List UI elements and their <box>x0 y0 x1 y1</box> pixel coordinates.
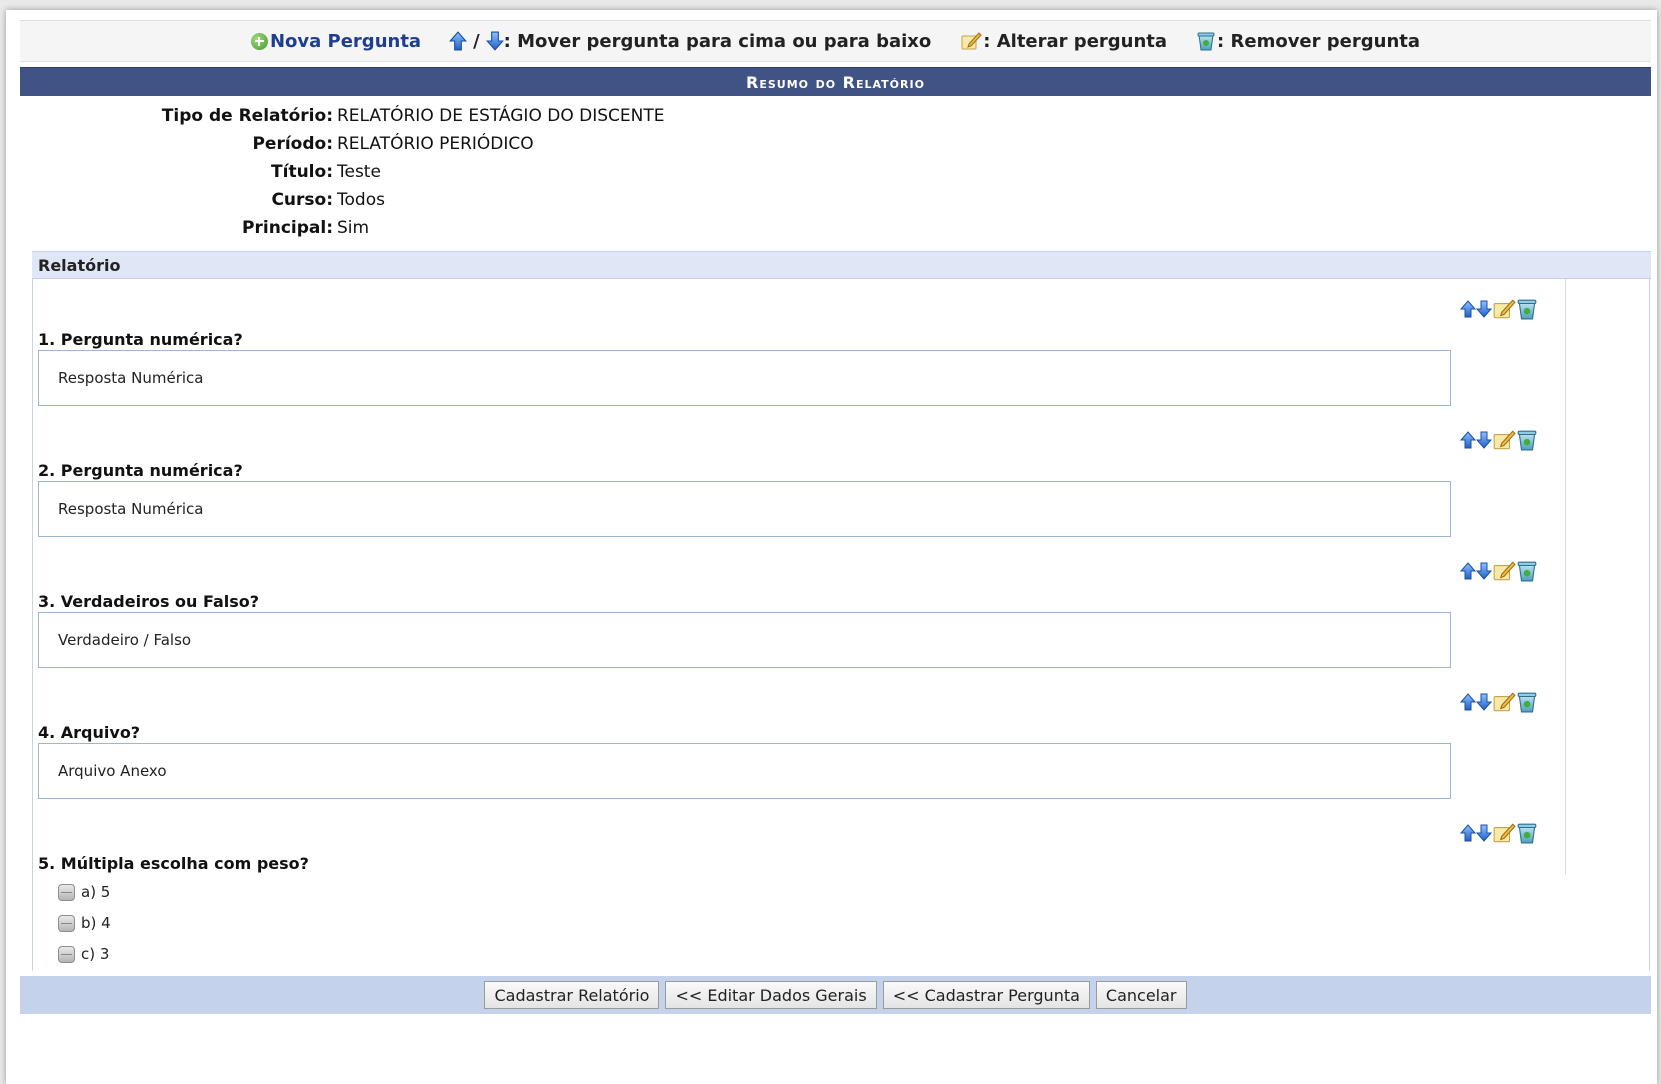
question-title: 2. Pergunta numérica? <box>38 461 243 480</box>
summary-value: RELATÓRIO DE ESTÁGIO DO DISCENTE <box>337 106 665 126</box>
question-title: 3. Verdadeiros ou Falso? <box>38 592 260 611</box>
edit-general-data-button[interactable]: << Editar Dados Gerais <box>665 981 877 1009</box>
move-down-icon[interactable] <box>1476 823 1492 843</box>
question-title: 1. Pergunta numérica? <box>38 330 243 349</box>
edit-icon[interactable] <box>1492 298 1516 320</box>
question-actions <box>1460 429 1538 451</box>
option-label: c) 3 <box>81 945 110 963</box>
trash-icon <box>1195 31 1217 51</box>
question-title: 4. Arquivo? <box>38 723 141 742</box>
summary-label: Período: <box>252 134 333 154</box>
move-up-icon[interactable] <box>1460 430 1476 450</box>
question-actions <box>1460 298 1538 320</box>
arrow-up-icon <box>449 31 467 51</box>
slash-separator: / <box>473 30 480 52</box>
summary-value: RELATÓRIO PERIÓDICO <box>337 134 534 154</box>
summary-row-tipo: Tipo de Relatório: RELATÓRIO DE ESTÁGIO … <box>20 102 1651 130</box>
report-section-title: Relatório <box>32 251 1651 279</box>
summary-row-curso: Curso: Todos <box>20 186 1651 214</box>
option-c[interactable]: c) 3 <box>58 945 109 963</box>
summary-row-titulo: Título: Teste <box>20 158 1651 186</box>
answer-box: Arquivo Anexo <box>38 743 1451 799</box>
radio-button[interactable] <box>58 945 75 963</box>
move-down-icon[interactable] <box>1476 430 1492 450</box>
summary-value: Todos <box>337 190 385 210</box>
toolbar-legend: Nova Pergunta / : Mover pergunta para ci… <box>20 20 1651 62</box>
question-actions <box>1460 822 1538 844</box>
trash-icon[interactable] <box>1516 691 1538 713</box>
answer-box: Verdadeiro / Falso <box>38 612 1451 668</box>
edit-icon[interactable] <box>1492 560 1516 582</box>
form-footer: Cadastrar Relatório << Editar Dados Gera… <box>20 976 1651 1014</box>
radio-button[interactable] <box>58 883 75 901</box>
summary-label: Título: <box>271 162 333 182</box>
move-legend-text: : Mover pergunta para cima ou para baixo <box>503 30 932 52</box>
option-b[interactable]: b) 4 <box>58 914 111 932</box>
summary-fields: Tipo de Relatório: RELATÓRIO DE ESTÁGIO … <box>20 102 1651 242</box>
option-label: b) 4 <box>81 914 111 932</box>
save-report-button[interactable]: Cadastrar Relatório <box>484 981 660 1009</box>
question-actions <box>1460 691 1538 713</box>
trash-icon[interactable] <box>1516 429 1538 451</box>
remove-legend-text: : Remover pergunta <box>1217 30 1421 52</box>
edit-icon[interactable] <box>1492 691 1516 713</box>
move-up-icon[interactable] <box>1460 823 1476 843</box>
move-down-icon[interactable] <box>1476 561 1492 581</box>
trash-icon[interactable] <box>1516 822 1538 844</box>
scroll-edge <box>1565 279 1566 875</box>
edit-icon[interactable] <box>1492 822 1516 844</box>
summary-row-periodo: Período: RELATÓRIO PERIÓDICO <box>20 130 1651 158</box>
report-summary-header: Resumo do Relatório <box>20 67 1651 96</box>
add-question-button[interactable]: << Cadastrar Pergunta <box>882 981 1090 1009</box>
edit-icon[interactable] <box>1492 429 1516 451</box>
option-a[interactable]: a) 5 <box>58 883 110 901</box>
summary-row-principal: Principal: Sim <box>20 214 1651 242</box>
edit-legend-text: : Alterar pergunta <box>983 30 1168 52</box>
edit-icon <box>959 31 983 51</box>
move-up-icon[interactable] <box>1460 561 1476 581</box>
summary-value: Sim <box>337 218 370 238</box>
answer-box: Resposta Numérica <box>38 481 1451 537</box>
arrow-down-icon <box>486 31 504 51</box>
move-up-icon[interactable] <box>1460 299 1476 319</box>
move-down-icon[interactable] <box>1476 692 1492 712</box>
new-question-link[interactable]: Nova Pergunta <box>270 31 421 52</box>
answer-box: Resposta Numérica <box>38 350 1451 406</box>
summary-value: Teste <box>337 162 381 182</box>
question-title: 5. Múltipla escolha com peso? <box>38 854 309 873</box>
add-question-icon[interactable] <box>250 32 268 50</box>
question-actions <box>1460 560 1538 582</box>
summary-label: Principal: <box>242 218 333 238</box>
summary-label: Tipo de Relatório: <box>161 106 333 126</box>
move-up-icon[interactable] <box>1460 692 1476 712</box>
move-down-icon[interactable] <box>1476 299 1492 319</box>
trash-icon[interactable] <box>1516 298 1538 320</box>
radio-button[interactable] <box>58 914 75 932</box>
summary-label: Curso: <box>271 190 333 210</box>
trash-icon[interactable] <box>1516 560 1538 582</box>
cancel-button[interactable]: Cancelar <box>1095 981 1187 1009</box>
option-label: a) 5 <box>81 883 111 901</box>
